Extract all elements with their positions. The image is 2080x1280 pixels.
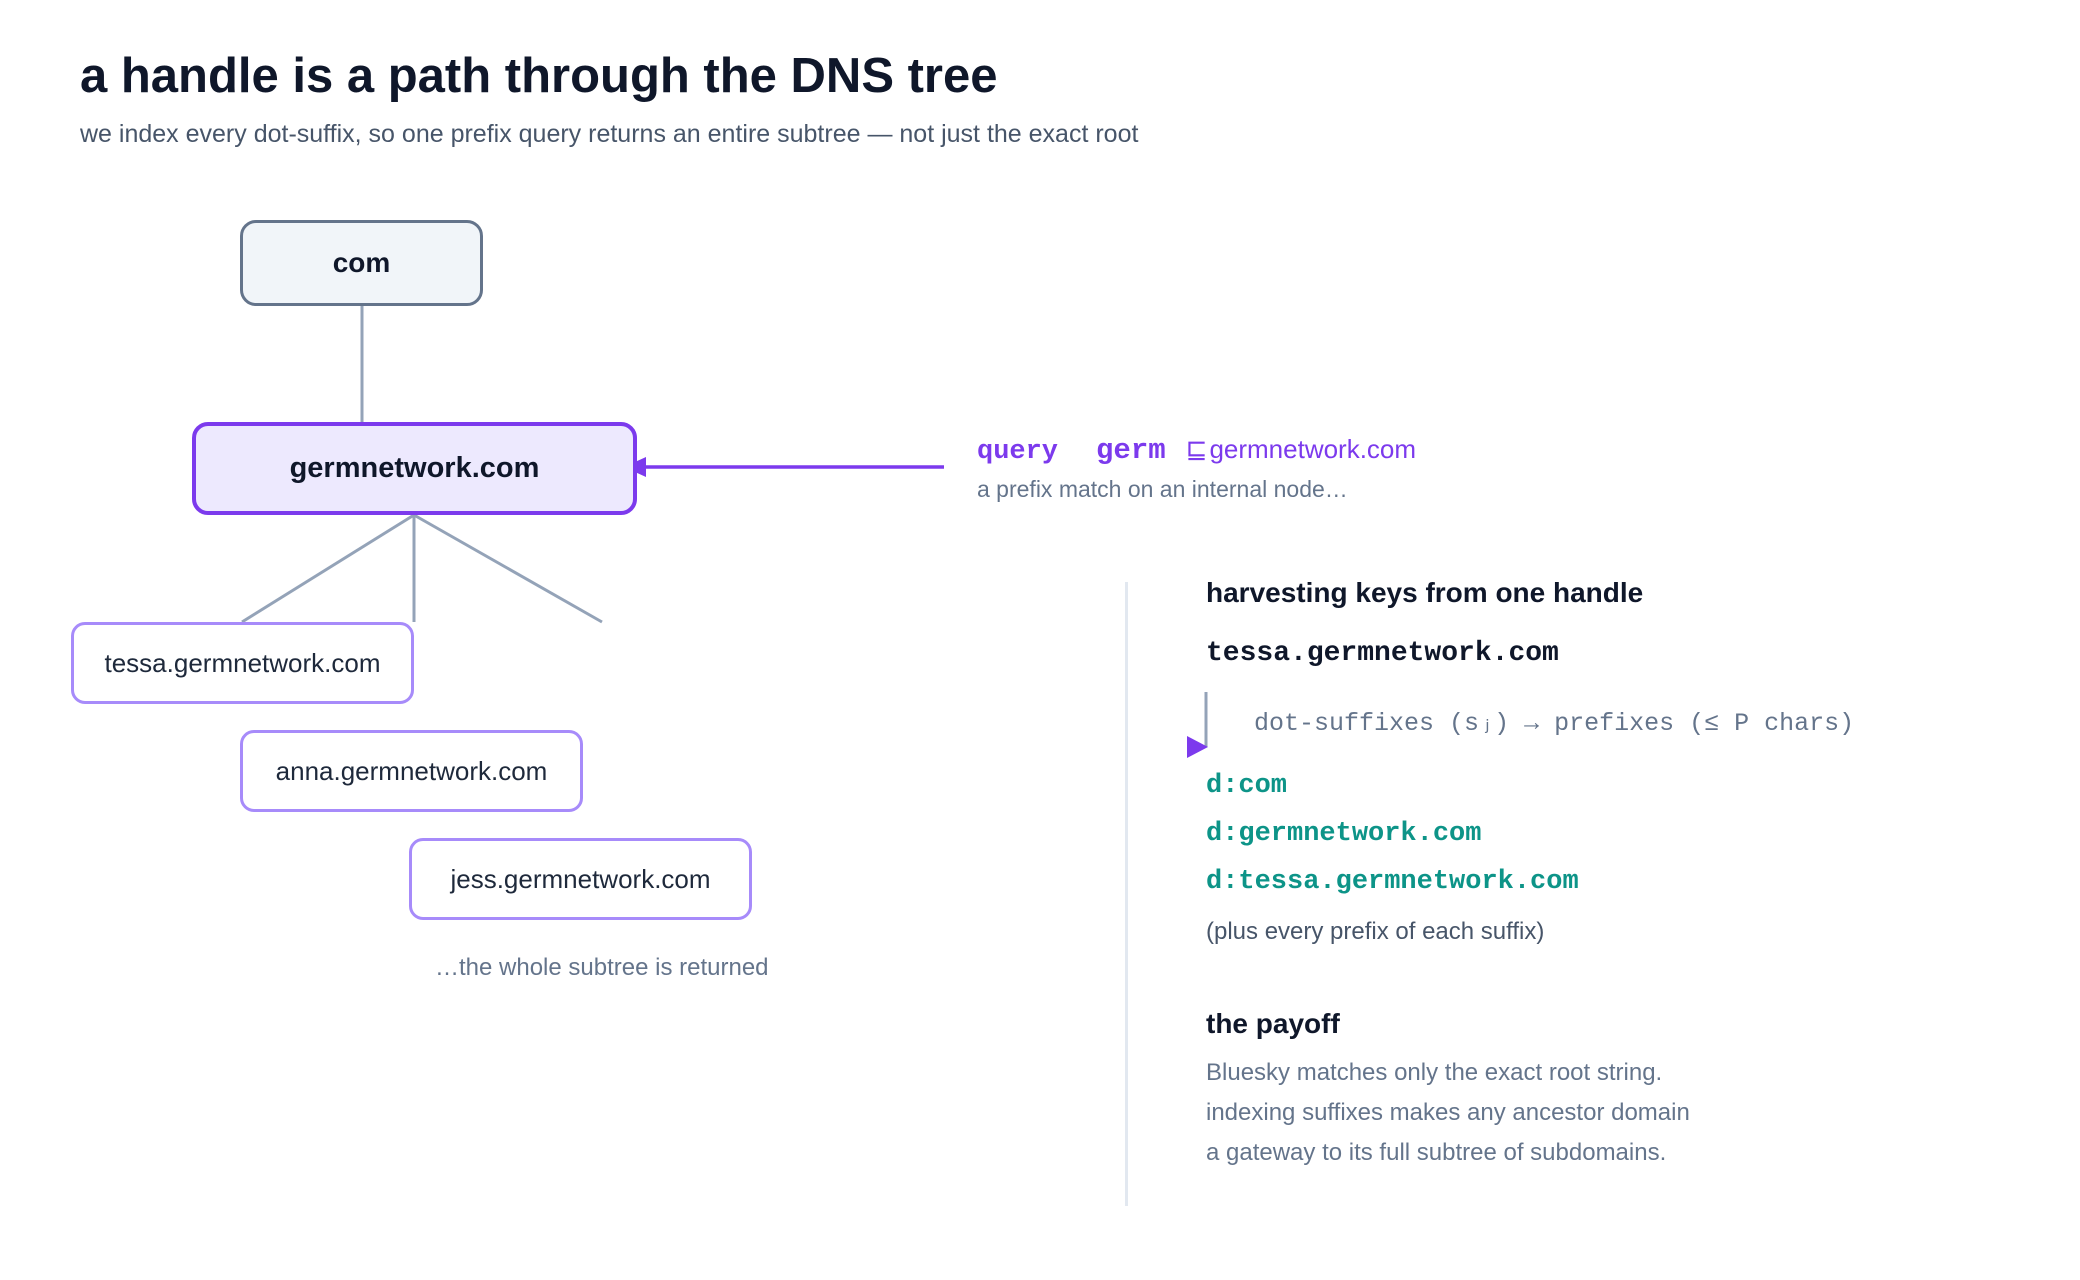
payoff-line: indexing suffixes makes any ancestor dom… [1206, 1099, 1690, 1126]
query-label: query germ ⊑ germnetwork.com [977, 434, 1416, 467]
prefix-relation-symbol: ⊑ [1185, 434, 1208, 464]
query-target: germnetwork.com [1209, 434, 1417, 464]
query-term: germ [1096, 434, 1166, 467]
tree-node-germnetwork: germnetwork.com [192, 422, 637, 515]
tree-node-com: com [240, 220, 483, 306]
query-keyword: query [977, 437, 1059, 467]
harvested-key: d:germnetwork.com [1206, 819, 1482, 849]
harvested-key: d:tessa.germnetwork.com [1206, 867, 1579, 897]
query-note: a prefix match on an internal node… [977, 476, 1348, 502]
subtree-note: …the whole subtree is returned [435, 954, 769, 981]
payoff-heading: the payoff [1206, 1008, 1340, 1039]
tree-leaf-tessa: tessa.germnetwork.com [71, 622, 414, 704]
harvested-key: d:com [1206, 771, 1288, 801]
harvest-heading: harvesting keys from one handle [1206, 577, 1644, 608]
edge-germnetwork-tessa [241, 513, 415, 624]
tree-leaf-jess: jess.germnetwork.com [409, 838, 752, 920]
payoff-line: a gateway to its full subtree of subdoma… [1206, 1139, 1667, 1166]
tree-leaf-anna: anna.germnetwork.com [240, 730, 583, 812]
edge-germnetwork-jess [413, 513, 603, 624]
harvest-caption: dot-suffixes (sⱼ) → prefixes (≤ P chars) [1254, 709, 1855, 738]
harvest-handle: tessa.germnetwork.com [1206, 638, 1559, 669]
section-divider [1125, 582, 1128, 1206]
keys-note: (plus every prefix of each suffix) [1206, 918, 1545, 945]
payoff-line: Bluesky matches only the exact root stri… [1206, 1059, 1663, 1086]
